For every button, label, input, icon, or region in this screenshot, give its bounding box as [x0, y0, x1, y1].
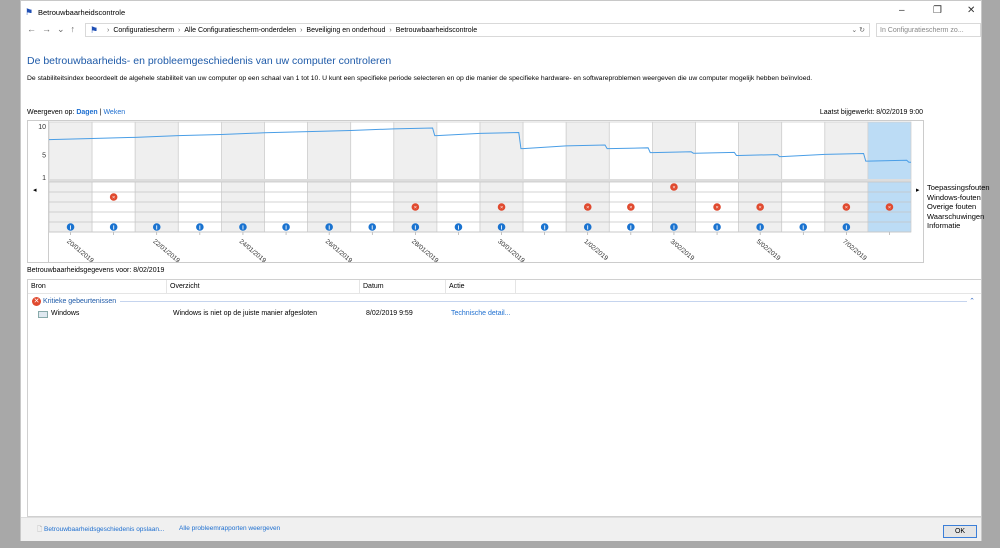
flag-icon: ⚑ — [25, 6, 34, 17]
day-column[interactable] — [177, 121, 222, 233]
save-history-link[interactable]: 🗋 Betrouwbaarheidsgeschiedenis opslaan..… — [37, 525, 164, 536]
footer: 🗋 Betrouwbaarheidsgeschiedenis opslaan..… — [21, 517, 981, 541]
error-icon-glyph: × — [414, 205, 417, 211]
day-column[interactable] — [565, 121, 610, 233]
y-tick-label: 1 — [42, 175, 46, 182]
address-bar[interactable]: ⚑ › Configuratiescherm › Alle Configuratie… — [85, 23, 870, 37]
error-icon-glyph: × — [845, 205, 848, 211]
reliability-monitor-window: ⚑ Betrouwbaarheidscontrole – ❐ ✕ ←→⌄↑ ⚑ … — [20, 0, 990, 541]
column-header-bron[interactable]: Bron — [28, 280, 167, 293]
page-description: De stabiliteitsindex beoordeelt de algeh… — [27, 75, 813, 82]
save-history-label[interactable]: Betrouwbaarheidsgeschiedenis opslaan... — [44, 526, 164, 533]
day-column[interactable] — [824, 121, 869, 233]
day-column[interactable] — [867, 121, 912, 233]
collapse-icon[interactable]: ⌃ — [969, 297, 975, 305]
breadcrumb-item[interactable]: Betrouwbaarheidscontrole — [396, 27, 477, 34]
day-column[interactable] — [220, 121, 265, 233]
table-row[interactable]: Windows Windows is niet op de juiste man… — [28, 309, 981, 321]
chart-legend: Toepassingsfouten Windows-fouten Overige… — [927, 183, 990, 231]
maximize-button[interactable]: ❐ — [933, 5, 942, 16]
chart-divider — [49, 179, 911, 182]
flag-icon: ⚑ — [90, 24, 99, 35]
error-icon-glyph: × — [586, 205, 589, 211]
view-by: Weergeven op: Dagen | Weken — [27, 109, 125, 116]
error-icon: ✕ — [32, 296, 41, 306]
day-column[interactable] — [350, 121, 395, 233]
error-icon-glyph: × — [759, 205, 762, 211]
day-column[interactable] — [393, 121, 438, 233]
error-icon-glyph: × — [112, 195, 115, 201]
legend-item: Waarschuwingen — [927, 211, 985, 221]
breadcrumb-item[interactable]: Beveiliging en onderhoud — [306, 27, 385, 34]
legend-item: Windows-fouten — [927, 192, 981, 202]
document-icon: 🗋 — [37, 526, 43, 533]
view-days-link[interactable]: Dagen — [76, 109, 97, 116]
day-column[interactable] — [738, 121, 783, 233]
day-column[interactable] — [522, 121, 567, 233]
scroll-right-arrow[interactable]: ▸ — [916, 187, 920, 194]
scroll-left-arrow[interactable]: ◂ — [33, 187, 37, 194]
stability-chart[interactable]: 1051××× × × × × × × ×i i i i i i i i i i i i i i i i i i i20/01/2… — [27, 120, 927, 264]
day-column[interactable] — [479, 121, 524, 233]
legend-item: Overige fouten — [927, 202, 977, 212]
day-column[interactable] — [307, 121, 352, 233]
column-header-actie[interactable]: Actie — [446, 280, 516, 293]
view-weeks-link[interactable]: Weken — [103, 109, 125, 116]
view-by-label: Weergeven op: — [27, 109, 75, 116]
breadcrumb-item[interactable]: Configuratiescherm — [113, 27, 174, 34]
error-icon-glyph: × — [672, 185, 675, 191]
day-column[interactable] — [652, 121, 696, 233]
nav-buttons[interactable]: ←→⌄↑ — [27, 24, 81, 35]
window-app-icon — [38, 311, 48, 318]
address-bar-row: ←→⌄↑ ⚑ › Configuratiescherm › Alle Configu… — [21, 23, 981, 37]
separator: | — [99, 109, 102, 116]
legend-item: Informatie — [927, 221, 961, 231]
window-title: Betrouwbaarheidscontrole — [38, 7, 126, 17]
details-table: Bron Overzicht Datum Actie ✕ Kritieke ge… — [27, 279, 981, 517]
refresh-icon[interactable]: ⌄ ↻ — [851, 26, 865, 34]
table-header: Bron Overzicht Datum Actie — [28, 280, 981, 294]
last-updated: Laatst bijgewerkt: 8/02/2019 9:00 — [819, 109, 923, 116]
row-date: 8/02/2019 9:59 — [366, 310, 413, 317]
all-reports-link[interactable]: Alle probleemrapporten weergeven — [179, 525, 280, 532]
error-icon-glyph: × — [500, 205, 503, 211]
y-tick-label: 5 — [42, 152, 46, 159]
day-column[interactable] — [264, 121, 308, 233]
details-label: Betrouwbaarheidsgegevens voor: 8/02/2019 — [27, 267, 165, 274]
error-icon-glyph: × — [888, 205, 891, 211]
group-label: Kritieke gebeurtenissen — [43, 297, 117, 305]
legend-item: Toepassingsfouten — [927, 183, 990, 192]
day-column[interactable] — [781, 121, 826, 233]
day-column[interactable] — [608, 121, 653, 233]
row-summary: Windows is niet op de juiste manier afge… — [173, 310, 317, 317]
group-critical-events[interactable]: ✕ Kritieke gebeurtenissen ⌃ — [32, 296, 975, 306]
day-column[interactable] — [695, 121, 739, 233]
day-column[interactable] — [436, 121, 481, 233]
y-tick-label: 10 — [38, 124, 46, 131]
minimize-button[interactable]: – — [899, 5, 905, 16]
title-bar: ⚑ Betrouwbaarheidscontrole — [21, 1, 981, 23]
breadcrumb-item[interactable]: Alle Configuratiescherm-onderdelen — [184, 27, 296, 34]
page-title: De betrouwbaarheids- en probleemgeschied… — [27, 55, 392, 67]
error-icon-glyph: × — [629, 205, 632, 211]
technical-details-link[interactable]: Technische detail... — [451, 310, 511, 317]
row-source: Windows — [51, 310, 80, 317]
error-icon-glyph: × — [715, 205, 718, 211]
day-column[interactable] — [134, 121, 179, 233]
column-header-datum[interactable]: Datum — [360, 280, 446, 293]
close-button[interactable]: ✕ — [967, 5, 975, 16]
column-header-overzicht[interactable]: Overzicht — [167, 280, 360, 293]
search-input[interactable]: In Configuratiescherm zo... — [876, 23, 981, 37]
ok-button[interactable]: OK — [943, 525, 977, 538]
